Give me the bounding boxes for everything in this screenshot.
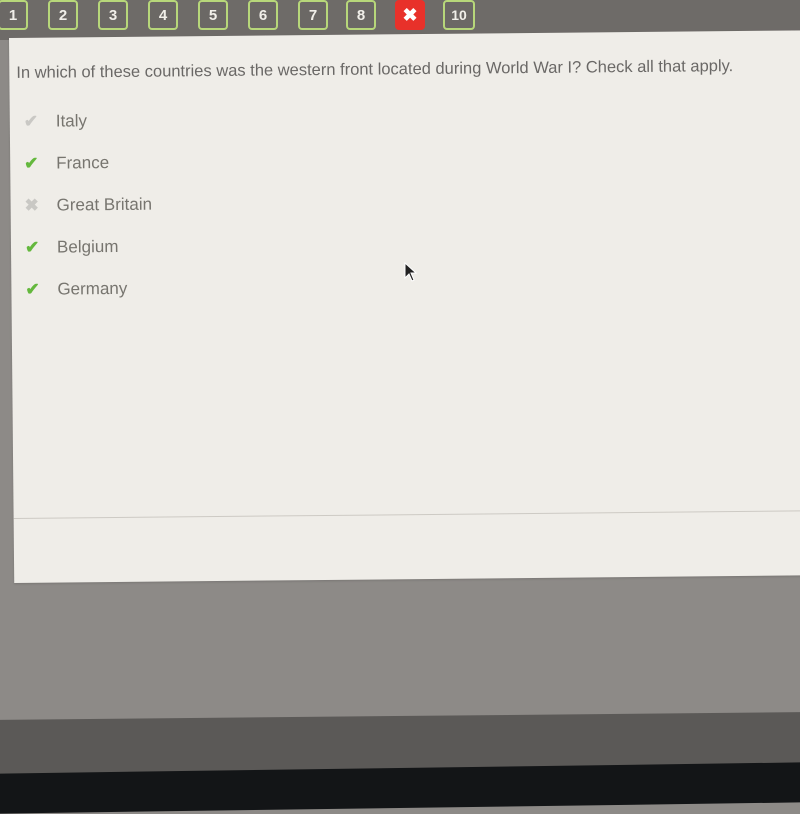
x-icon: ✖ — [24, 195, 39, 215]
mouse-pointer-icon — [404, 261, 418, 287]
question-nav-button-3[interactable]: 3 — [98, 0, 128, 30]
divider — [13, 510, 800, 519]
question-nav-button-9-incorrect[interactable]: ✖ — [395, 0, 425, 30]
option-italy[interactable]: ✔ Italy — [24, 107, 87, 136]
question-nav-button-1[interactable]: 1 — [0, 0, 28, 30]
question-nav-button-8[interactable]: 8 — [346, 0, 376, 30]
check-icon: ✔ — [25, 279, 40, 299]
check-icon: ✔ — [24, 153, 39, 173]
question-text: In which of these countries was the west… — [16, 57, 734, 82]
option-germany[interactable]: ✔ Germany — [25, 275, 127, 304]
x-icon: ✖ — [402, 4, 418, 25]
option-belgium[interactable]: ✔ Belgium — [25, 233, 119, 262]
question-nav-button-5[interactable]: 5 — [198, 0, 228, 30]
option-label: Great Britain — [56, 194, 153, 215]
option-label: Germany — [57, 278, 128, 299]
question-nav-button-7[interactable]: 7 — [298, 0, 328, 30]
option-label: Belgium — [56, 236, 119, 257]
check-icon: ✔ — [23, 111, 39, 131]
option-label: France — [56, 153, 110, 173]
option-label: Italy — [55, 111, 88, 131]
question-card: In which of these countries was the west… — [9, 30, 800, 583]
question-nav-button-6[interactable]: 6 — [248, 0, 278, 30]
question-nav-button-10[interactable]: 10 — [443, 0, 475, 30]
question-nav-button-2[interactable]: 2 — [48, 0, 78, 30]
option-great-britain[interactable]: ✖ Great Britain — [24, 191, 153, 220]
check-icon: ✔ — [24, 237, 40, 257]
option-france[interactable]: ✔ France — [24, 149, 109, 178]
question-nav-button-4[interactable]: 4 — [148, 0, 178, 30]
